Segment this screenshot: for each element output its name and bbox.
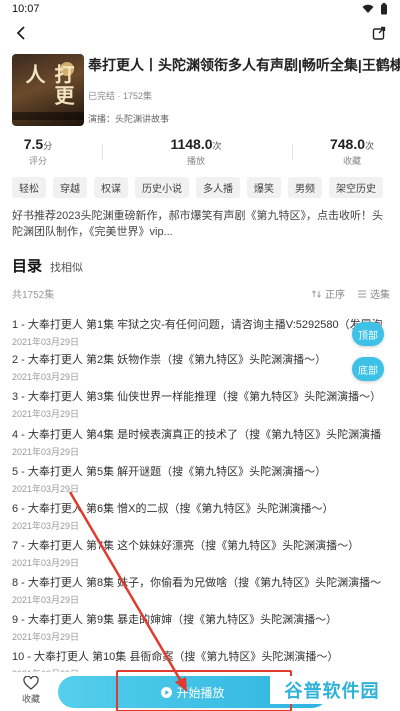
- episode-date: 2021年03月29日: [12, 409, 80, 419]
- episode-count-row: 共1752集 正序 选集: [12, 286, 390, 301]
- stat-rating-unit: 分: [43, 141, 53, 151]
- stat-rating-value: 7.5: [23, 136, 44, 152]
- stat-divider: [292, 144, 293, 160]
- episode-item[interactable]: 2 - 大奉打更人 第2集 妖物作祟（搜《第九特区》头陀渊演播～） 2021年0…: [12, 351, 382, 383]
- episode-item[interactable]: 5 - 大奉打更人 第5集 解开谜题（搜《第九特区》头陀渊演播～） 2021年0…: [12, 463, 382, 495]
- back-button[interactable]: [10, 22, 32, 44]
- episode-title: 4 - 大奉打更人 第4集 是时候表演真正的技术了（搜《第九特区》头陀渊演播～）: [12, 429, 382, 441]
- episode-date: 2021年03月29日: [12, 447, 80, 457]
- episode-date: 2021年03月29日: [12, 337, 80, 347]
- tag-item[interactable]: 多人播: [196, 177, 240, 198]
- share-icon: [372, 26, 386, 40]
- top-bar: [0, 22, 400, 44]
- highlight-box: [116, 670, 292, 711]
- episode-item[interactable]: 7 - 大奉打更人 第7集 这个妹妹好漂亮（搜《第九特区》头陀渊演播～） 202…: [12, 537, 382, 569]
- heart-icon: [23, 675, 39, 690]
- stat-plays: 1148.0次 播放: [148, 136, 244, 167]
- stat-favorites-unit: 次: [365, 141, 375, 151]
- tag-item[interactable]: 穿越: [53, 177, 87, 198]
- sort-order-label: 正序: [325, 290, 345, 301]
- find-similar-link[interactable]: 找相似: [50, 259, 83, 275]
- episode-count: 共1752集: [12, 290, 55, 301]
- episode-item[interactable]: 4 - 大奉打更人 第4集 是时候表演真正的技术了（搜《第九特区》头陀渊演播～）…: [12, 426, 382, 458]
- episode-date: 2021年03月29日: [12, 521, 80, 531]
- sort-controls: 正序 选集: [312, 286, 390, 301]
- episode-title: 6 - 大奉打更人 第6集 憎X的二叔（搜《第九特区》头陀渊演播～）: [12, 503, 334, 515]
- tag-item[interactable]: 权谋: [94, 177, 128, 198]
- catalog-title: 目录: [12, 258, 43, 275]
- sort-order-button[interactable]: 正序: [312, 286, 345, 301]
- episode-item[interactable]: 1 - 大奉打更人 第1集 牢狱之灾-有任何问题，请咨询主播V:5292580（…: [12, 316, 382, 348]
- sort-icon: [312, 289, 321, 298]
- tag-item[interactable]: 男频: [288, 177, 322, 198]
- status-bar: 10:07: [0, 0, 400, 18]
- episode-date: 2021年03月29日: [12, 372, 80, 382]
- book-cover[interactable]: 打更人: [12, 54, 84, 126]
- scroll-top-button[interactable]: 顶部: [352, 322, 384, 346]
- episode-title: 7 - 大奉打更人 第7集 这个妹妹好漂亮（搜《第九特区》头陀渊演播～）: [12, 540, 360, 552]
- tag-list: 轻松 穿越 权谋 历史小说 多人播 爆笑 男频 架空历史: [12, 177, 392, 198]
- episode-title: 5 - 大奉打更人 第5集 解开谜题（搜《第九特区》头陀渊演播～）: [12, 466, 327, 478]
- episode-title: 8 - 大奉打更人 第8集 妹子，你偷看为兄做啥（搜《第九特区》头陀渊演播～）: [12, 577, 382, 589]
- select-episodes-button[interactable]: 选集: [357, 286, 390, 301]
- stat-divider: [102, 144, 103, 160]
- book-title: 奉打更人丨头陀渊领衔多人有声剧|畅听全集|王鹤棣、田曦: [88, 57, 400, 73]
- stat-plays-unit: 次: [212, 141, 222, 151]
- episode-date: 2021年03月29日: [12, 595, 80, 605]
- stat-favorites-label: 收藏: [342, 156, 361, 166]
- watermark-logo: 谷普软件园: [270, 676, 394, 704]
- book-description[interactable]: 好书推荐2023头陀渊重磅新作，郝市爆笑有声剧《第九特区》，点击收听！头陀渊团队…: [12, 208, 390, 240]
- tag-item[interactable]: 爆笑: [247, 177, 281, 198]
- episode-title: 9 - 大奉打更人 第9集 暴走的婶婶（搜《第九特区》头陀渊演播～）: [12, 614, 338, 626]
- catalog-header: 目录 找相似: [12, 255, 83, 276]
- stat-rating: 7.5分 评分: [18, 136, 58, 167]
- episode-item[interactable]: 9 - 大奉打更人 第9集 暴走的婶婶（搜《第九特区》头陀渊演播～） 2021年…: [12, 611, 382, 643]
- stat-plays-value: 1148.0: [170, 136, 213, 152]
- tag-item[interactable]: 历史小说: [135, 177, 189, 198]
- back-arrow-icon: [16, 26, 25, 40]
- episode-date: 2021年03月29日: [12, 558, 80, 568]
- episode-item[interactable]: 6 - 大奉打更人 第6集 憎X的二叔（搜《第九特区》头陀渊演播～） 2021年…: [12, 500, 382, 532]
- episode-title: 10 - 大奉打更人 第10集 县衙命案（搜《第九特区》头陀渊演播～）: [12, 651, 339, 663]
- episode-item[interactable]: 3 - 大奉打更人 第3集 仙侠世界一样能推理（搜《第九特区》头陀渊演播～） 2…: [12, 388, 382, 420]
- book-author[interactable]: 演播：头陀渊讲故事: [88, 112, 169, 125]
- episode-title: 3 - 大奉打更人 第3集 仙侠世界一样能推理（搜《第九特区》头陀渊演播～）: [12, 391, 382, 403]
- stat-plays-label: 播放: [186, 156, 205, 166]
- stat-rating-label: 评分: [28, 156, 47, 166]
- share-button[interactable]: [368, 22, 390, 44]
- stat-favorites: 748.0次 收藏: [320, 136, 384, 167]
- select-episodes-label: 选集: [370, 290, 390, 301]
- tag-item[interactable]: 架空历史: [329, 177, 383, 198]
- scroll-bottom-button[interactable]: 底部: [352, 357, 384, 381]
- episode-title: 2 - 大奉打更人 第2集 妖物作祟（搜《第九特区》头陀渊演播～）: [12, 354, 327, 366]
- wifi-icon: [362, 4, 374, 13]
- tag-item[interactable]: 轻松: [12, 177, 46, 198]
- episode-date: 2021年03月29日: [12, 484, 80, 494]
- episode-date: 2021年03月29日: [12, 632, 80, 642]
- book-meta: 已完结 · 1752集: [88, 91, 153, 101]
- cover-strip: [12, 112, 84, 120]
- collect-button[interactable]: 收藏: [16, 675, 46, 705]
- status-icons: [362, 3, 388, 15]
- stat-favorites-value: 748.0: [329, 136, 366, 152]
- list-icon: [358, 290, 366, 297]
- episode-title: 1 - 大奉打更人 第1集 牢狱之灾-有任何问题，请咨询主播V:5292580（…: [12, 319, 382, 331]
- stats-row: 7.5分 评分 1148.0次 播放 748.0次 收藏: [0, 136, 400, 166]
- status-time: 10:07: [12, 3, 40, 15]
- battery-icon: [381, 3, 387, 15]
- episode-item[interactable]: 8 - 大奉打更人 第8集 妹子，你偷看为兄做啥（搜《第九特区》头陀渊演播～） …: [12, 574, 382, 606]
- collect-label: 收藏: [21, 694, 40, 704]
